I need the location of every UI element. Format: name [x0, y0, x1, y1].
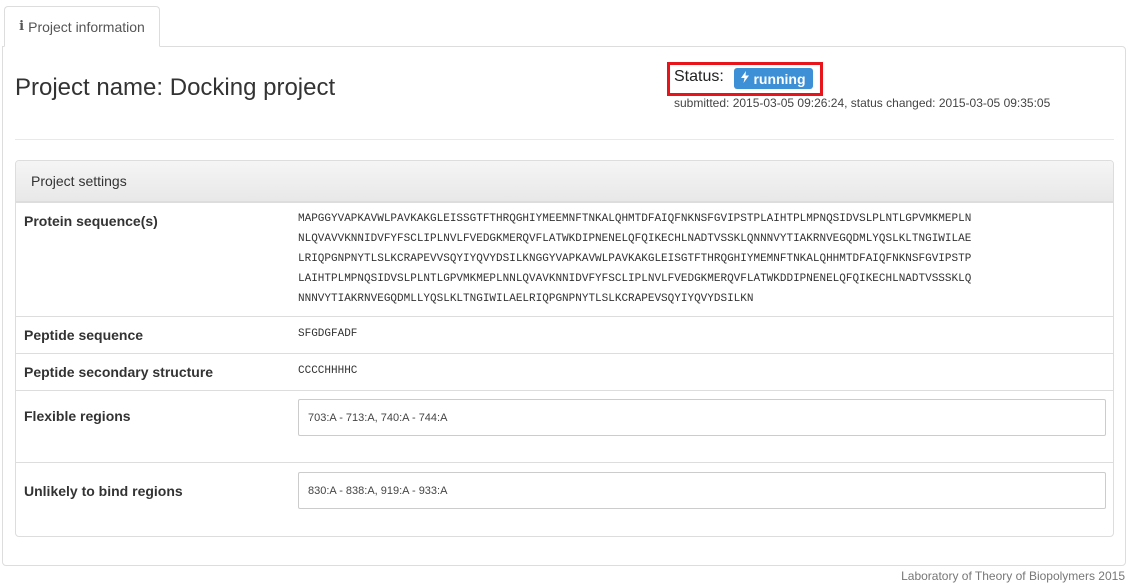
status-timestamps: submitted: 2015-03-05 09:26:24, status c…	[674, 96, 1051, 110]
info-icon: i	[19, 19, 25, 34]
peptide-sequence-label: Peptide sequence	[24, 327, 144, 343]
secondary-structure-label: Peptide secondary structure	[24, 364, 214, 380]
flexible-regions-label: Flexible regions	[24, 408, 131, 424]
status-badge: running	[734, 68, 813, 89]
protein-sequence-value: MAPGGYVAPKAVWLPAVKAKGLEISSGTFTHRQGHIYMEE…	[298, 209, 971, 309]
unlikely-regions-label: Unlikely to bind regions	[24, 483, 183, 499]
sequence-line: NLQVAVVKNNIDVFYFSCLIPLNVLFVEDGKMERQVFLAT…	[298, 233, 972, 245]
page-title: Project name: Docking project	[15, 74, 336, 101]
flexible-regions-field[interactable]: 703:A - 713:A, 740:A - 744:A	[298, 399, 1106, 436]
bolt-icon	[741, 71, 750, 86]
unlikely-regions-row: Unlikely to bind regions 830:A - 838:A, …	[16, 462, 1113, 536]
protein-sequence-row: Protein sequence(s) MAPGGYVAPKAVWLPAVKAK…	[16, 202, 1113, 318]
sequence-line: LAIHTPLMPNQSIDVSLPLNTLGPVMKMEPLNNLQVAVKN…	[298, 273, 972, 285]
tab-project-information[interactable]: i Project information	[4, 6, 160, 47]
secondary-structure-row: Peptide secondary structure CCCCHHHHC	[16, 353, 1113, 390]
sequence-line: MAPGGYVAPKAVWLPAVKAKGLEISSGTFTHRQGHIYMEE…	[298, 213, 972, 225]
peptide-sequence-value: SFGDGFADF	[298, 328, 358, 340]
project-settings-panel: Project settings Protein sequence(s) MAP…	[15, 160, 1114, 537]
settings-heading: Project settings	[16, 161, 1113, 202]
footer-credit: Laboratory of Theory of Biopolymers 2015	[901, 569, 1125, 583]
unlikely-regions-field[interactable]: 830:A - 838:A, 919:A - 933:A	[298, 472, 1106, 509]
protein-sequence-label: Protein sequence(s)	[24, 213, 158, 229]
peptide-sequence-row: Peptide sequence SFGDGFADF	[16, 316, 1113, 353]
flexible-regions-row: Flexible regions 703:A - 713:A, 740:A - …	[16, 390, 1113, 462]
sequence-line: LRIQPGNPNYTLSLKCRAPEVVSQYIYQVYDSILKNGGYV…	[298, 253, 972, 265]
status-badge-text: running	[753, 70, 806, 87]
tab-bar: i Project information	[0, 0, 1130, 47]
sequence-line: NNNVYTIAKRNVEGQDMLLYQSLKLTNGIWILAELRIQPG…	[298, 293, 754, 305]
tab-label: Project information	[28, 18, 145, 35]
secondary-structure-value: CCCCHHHHC	[298, 365, 358, 377]
divider	[15, 139, 1114, 140]
status-label: Status:	[674, 68, 724, 85]
